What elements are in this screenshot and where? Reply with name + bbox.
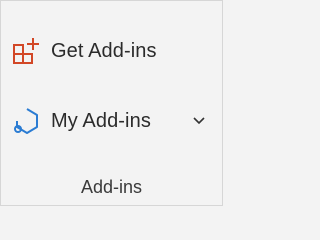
my-addins-button[interactable]: My Add-ins <box>9 101 213 141</box>
addin-hexagon-icon <box>11 105 43 137</box>
chevron-down-icon[interactable] <box>191 113 207 129</box>
get-addins-button[interactable]: Get Add-ins <box>9 31 163 71</box>
group-label: Add-ins <box>80 177 143 197</box>
addins-ribbon-group: Get Add-ins My Add-ins Add-ins <box>0 0 223 206</box>
get-addins-label: Get Add-ins <box>51 39 157 62</box>
my-addins-label: My Add-ins <box>51 109 151 132</box>
store-grid-plus-icon <box>11 35 43 67</box>
